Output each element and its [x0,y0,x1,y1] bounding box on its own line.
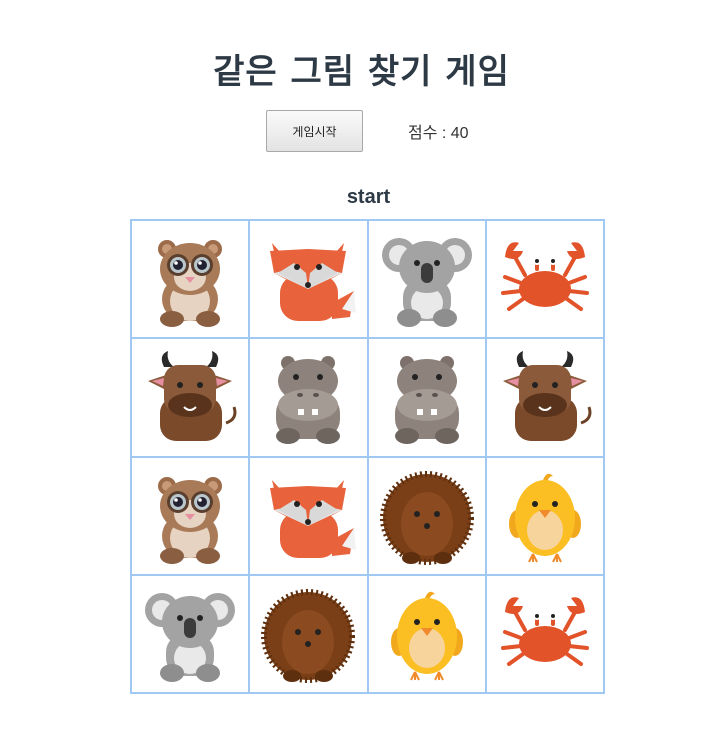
card-4[interactable] [131,338,250,457]
chick-icon [508,473,581,563]
lemur-icon [158,240,223,328]
card-10[interactable] [367,456,486,575]
game-status: start [346,186,391,208]
card-15[interactable] [485,574,604,693]
hippo-icon [394,356,459,445]
chick-icon [390,591,463,681]
card-board [130,219,605,694]
start-game-button[interactable]: 게임시작 [266,110,363,152]
card-5[interactable] [249,338,368,457]
hedgehog-icon [379,470,474,565]
page-title: 같은 그림 찾기 게임 [213,52,510,92]
card-3[interactable] [485,220,604,339]
score-display: 점수 : 40 [408,125,469,142]
bull-icon [148,351,237,442]
card-8[interactable] [131,456,250,575]
crab-icon [500,597,589,666]
card-2[interactable] [367,220,486,339]
card-12[interactable] [131,574,250,693]
koala-icon [145,592,236,682]
bull-icon [502,351,592,442]
fox-icon [270,243,357,322]
card-14[interactable] [367,574,486,693]
card-11[interactable] [485,456,604,575]
card-6[interactable] [367,338,486,457]
card-7[interactable] [485,338,604,457]
card-1[interactable] [249,220,368,339]
card-13[interactable] [249,574,368,693]
card-9[interactable] [249,456,368,575]
koala-icon [381,238,472,328]
hedgehog-icon [261,588,356,683]
lemur-icon [158,476,223,564]
controls-bar: 게임시작 점수 : 40 [266,110,469,152]
card-0[interactable] [131,220,250,339]
crab-icon [500,242,589,312]
hippo-icon [276,356,341,445]
fox-icon [270,479,357,558]
